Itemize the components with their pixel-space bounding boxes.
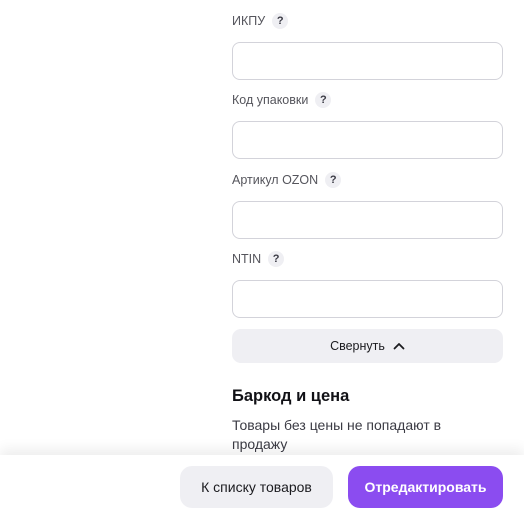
collapse-button[interactable]: Свернуть — [232, 329, 503, 363]
help-icon[interactable]: ? — [268, 251, 285, 267]
ikpu-input[interactable] — [232, 42, 503, 80]
footer-bar: К списку товаров Отредактировать — [0, 455, 524, 512]
ntin-label: NTIN — [232, 252, 262, 266]
back-to-list-button[interactable]: К списку товаров — [180, 466, 333, 508]
package-code-field: Код упаковки ? — [232, 91, 503, 159]
ntin-field: NTIN ? — [232, 250, 503, 318]
section-title: Баркод и цена — [232, 387, 350, 405]
section-description: Товары без цены не попадают в продажу — [232, 417, 442, 452]
product-form-page: ИКПУ ? Код упаковки ? Артикул OZON ? NTI… — [0, 0, 524, 512]
package-code-input[interactable] — [232, 121, 503, 159]
ntin-input[interactable] — [232, 280, 503, 318]
ikpu-label-row: ИКПУ ? — [232, 12, 503, 30]
help-icon[interactable]: ? — [315, 92, 332, 108]
ozon-article-field: Артикул OZON ? — [232, 171, 503, 239]
ikpu-field: ИКПУ ? — [232, 12, 503, 80]
ozon-article-label-row: Артикул OZON ? — [232, 171, 503, 189]
help-icon[interactable]: ? — [272, 13, 289, 29]
package-code-label: Код упаковки — [232, 93, 309, 107]
ntin-label-row: NTIN ? — [232, 250, 503, 268]
chevron-up-icon — [393, 343, 405, 350]
ozon-article-input[interactable] — [232, 201, 503, 239]
ozon-article-label: Артикул OZON — [232, 173, 319, 187]
package-code-label-row: Код упаковки ? — [232, 91, 503, 109]
help-icon[interactable]: ? — [325, 172, 342, 188]
collapse-label: Свернуть — [330, 339, 385, 353]
edit-button[interactable]: Отредактировать — [348, 466, 503, 508]
ikpu-label: ИКПУ — [232, 14, 266, 28]
